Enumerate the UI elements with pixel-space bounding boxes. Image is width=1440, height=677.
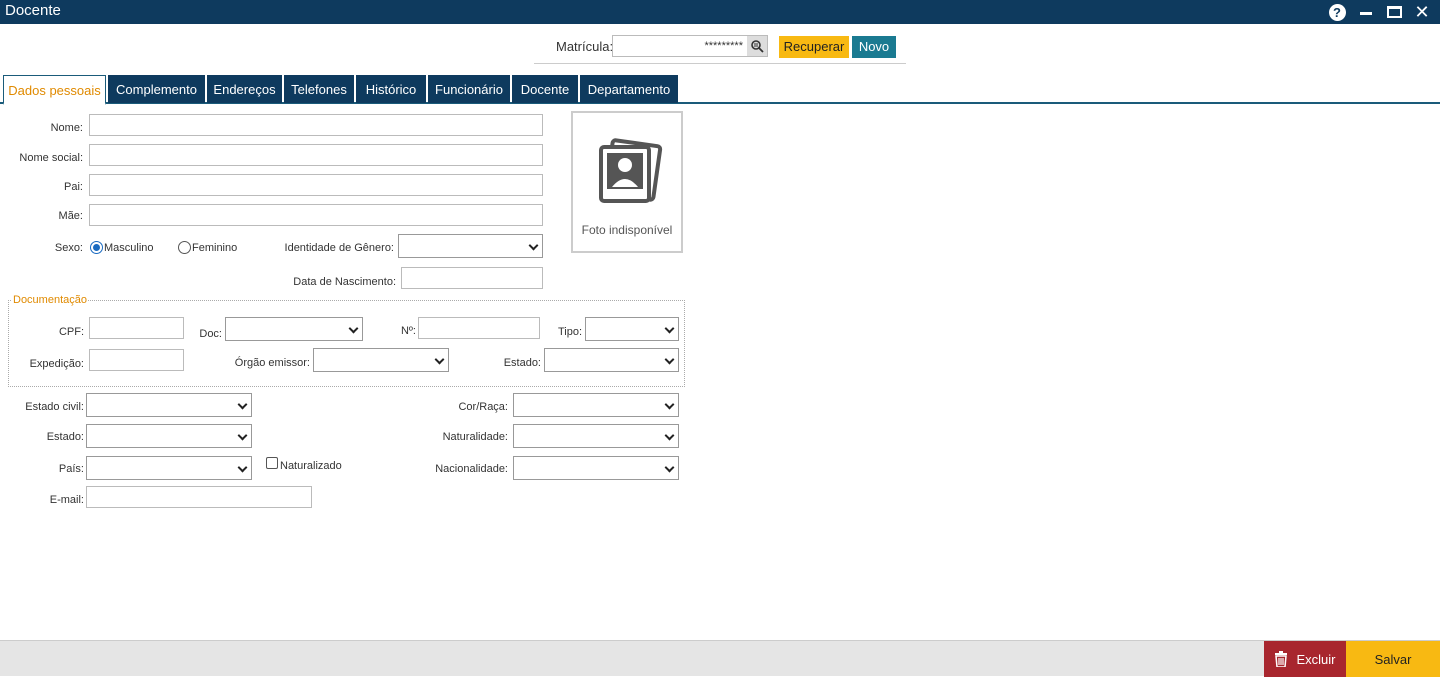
- tab-funcionario[interactable]: Funcionário: [428, 75, 510, 103]
- data-nascimento-input[interactable]: [401, 267, 543, 289]
- identidade-genero-select[interactable]: [398, 234, 543, 258]
- tab-telefones[interactable]: Telefones: [284, 75, 354, 103]
- pais-label: País:: [58, 463, 84, 475]
- salvar-button[interactable]: Salvar: [1346, 641, 1440, 677]
- documentacao-legend: Documentação: [12, 294, 88, 306]
- matricula-label: Matrícula:: [556, 39, 614, 54]
- cor-raca-label: Cor/Raça:: [458, 401, 508, 413]
- nacionalidade-label: Nacionalidade:: [435, 463, 508, 475]
- close-button[interactable]: ✕: [1412, 2, 1432, 22]
- masculino-label: Masculino: [104, 242, 154, 254]
- recuperar-button[interactable]: Recuperar: [779, 36, 849, 58]
- orgao-emissor-label: Órgão emissor:: [234, 357, 310, 369]
- footer-bar: Excluir Salvar: [0, 640, 1440, 677]
- documentacao-fieldset: [8, 300, 685, 387]
- excluir-label: Excluir: [1296, 651, 1336, 667]
- pais-select[interactable]: [86, 456, 252, 480]
- trash-icon: [1275, 651, 1288, 667]
- minimize-button[interactable]: [1356, 2, 1376, 22]
- nome-input[interactable]: [89, 114, 543, 136]
- maximize-button[interactable]: [1384, 2, 1404, 22]
- tipo-select[interactable]: [585, 317, 679, 341]
- naturalidade-label: Naturalidade:: [442, 431, 508, 443]
- mae-label: Mãe:: [58, 210, 83, 222]
- masculino-radio[interactable]: [90, 241, 103, 254]
- sexo-label: Sexo:: [54, 242, 83, 254]
- doc-estado-label: Estado:: [503, 357, 541, 369]
- nome-label: Nome:: [50, 122, 83, 134]
- naturalizado-checkbox[interactable]: [266, 457, 278, 469]
- tab-bar: Dados pessoais Complemento Endereços Tel…: [0, 75, 1440, 105]
- email-input[interactable]: [86, 486, 312, 508]
- doc-select[interactable]: [225, 317, 363, 341]
- mae-input[interactable]: [89, 204, 543, 226]
- tab-historico[interactable]: Histórico: [356, 75, 426, 103]
- photo-placeholder[interactable]: Foto indisponível: [571, 111, 683, 253]
- estado-civil-label: Estado civil:: [25, 401, 84, 413]
- cpf-label: CPF:: [58, 326, 84, 338]
- search-icon: [751, 40, 764, 53]
- window-title: Docente: [5, 2, 61, 19]
- close-icon: ✕: [1414, 1, 1430, 22]
- pai-label: Pai:: [64, 181, 83, 193]
- matricula-bar: Matrícula: ********* Recuperar Novo: [534, 34, 906, 64]
- naturalidade-select[interactable]: [513, 424, 679, 448]
- matricula-input[interactable]: *********: [612, 35, 768, 57]
- help-icon: ?: [1328, 3, 1346, 21]
- minimize-icon: [1360, 11, 1372, 15]
- cor-raca-select[interactable]: [513, 393, 679, 417]
- tab-dados-pessoais[interactable]: Dados pessoais: [3, 75, 106, 105]
- photo-icon: [599, 138, 663, 203]
- estado-civil-select[interactable]: [86, 393, 252, 417]
- doc-label: Doc:: [199, 328, 222, 340]
- matricula-search-button[interactable]: [747, 36, 767, 56]
- doc-estado-select[interactable]: [544, 348, 679, 372]
- expedicao-label: Expedição:: [29, 358, 84, 370]
- maximize-icon: [1386, 6, 1402, 18]
- tab-enderecos[interactable]: Endereços: [207, 75, 282, 103]
- naturalizado-label: Naturalizado: [280, 460, 342, 472]
- photo-caption: Foto indisponível: [581, 223, 673, 237]
- tipo-label: Tipo:: [557, 326, 582, 338]
- feminino-radio[interactable]: [178, 241, 191, 254]
- identidade-genero-label: Identidade de Gênero:: [284, 242, 394, 254]
- data-nascimento-label: Data de Nascimento:: [293, 276, 396, 288]
- nome-social-input[interactable]: [89, 144, 543, 166]
- help-button[interactable]: ?: [1327, 2, 1347, 22]
- estado-select[interactable]: [86, 424, 252, 448]
- novo-button[interactable]: Novo: [852, 36, 896, 58]
- excluir-button[interactable]: Excluir: [1264, 641, 1346, 677]
- estado-label: Estado:: [46, 431, 84, 443]
- numero-input[interactable]: [418, 317, 540, 339]
- tab-departamento[interactable]: Departamento: [580, 75, 678, 103]
- feminino-label: Feminino: [192, 242, 238, 254]
- orgao-emissor-select[interactable]: [313, 348, 449, 372]
- nome-social-label: Nome social:: [19, 152, 83, 164]
- numero-label: Nº:: [400, 325, 416, 337]
- window-title-bar: Docente ? ✕: [0, 0, 1440, 24]
- email-label: E-mail:: [49, 494, 84, 506]
- expedicao-input[interactable]: [89, 349, 184, 371]
- tab-docente[interactable]: Docente: [512, 75, 578, 103]
- tab-complemento[interactable]: Complemento: [108, 75, 205, 103]
- cpf-input[interactable]: [89, 317, 184, 339]
- nacionalidade-select[interactable]: [513, 456, 679, 480]
- pai-input[interactable]: [89, 174, 543, 196]
